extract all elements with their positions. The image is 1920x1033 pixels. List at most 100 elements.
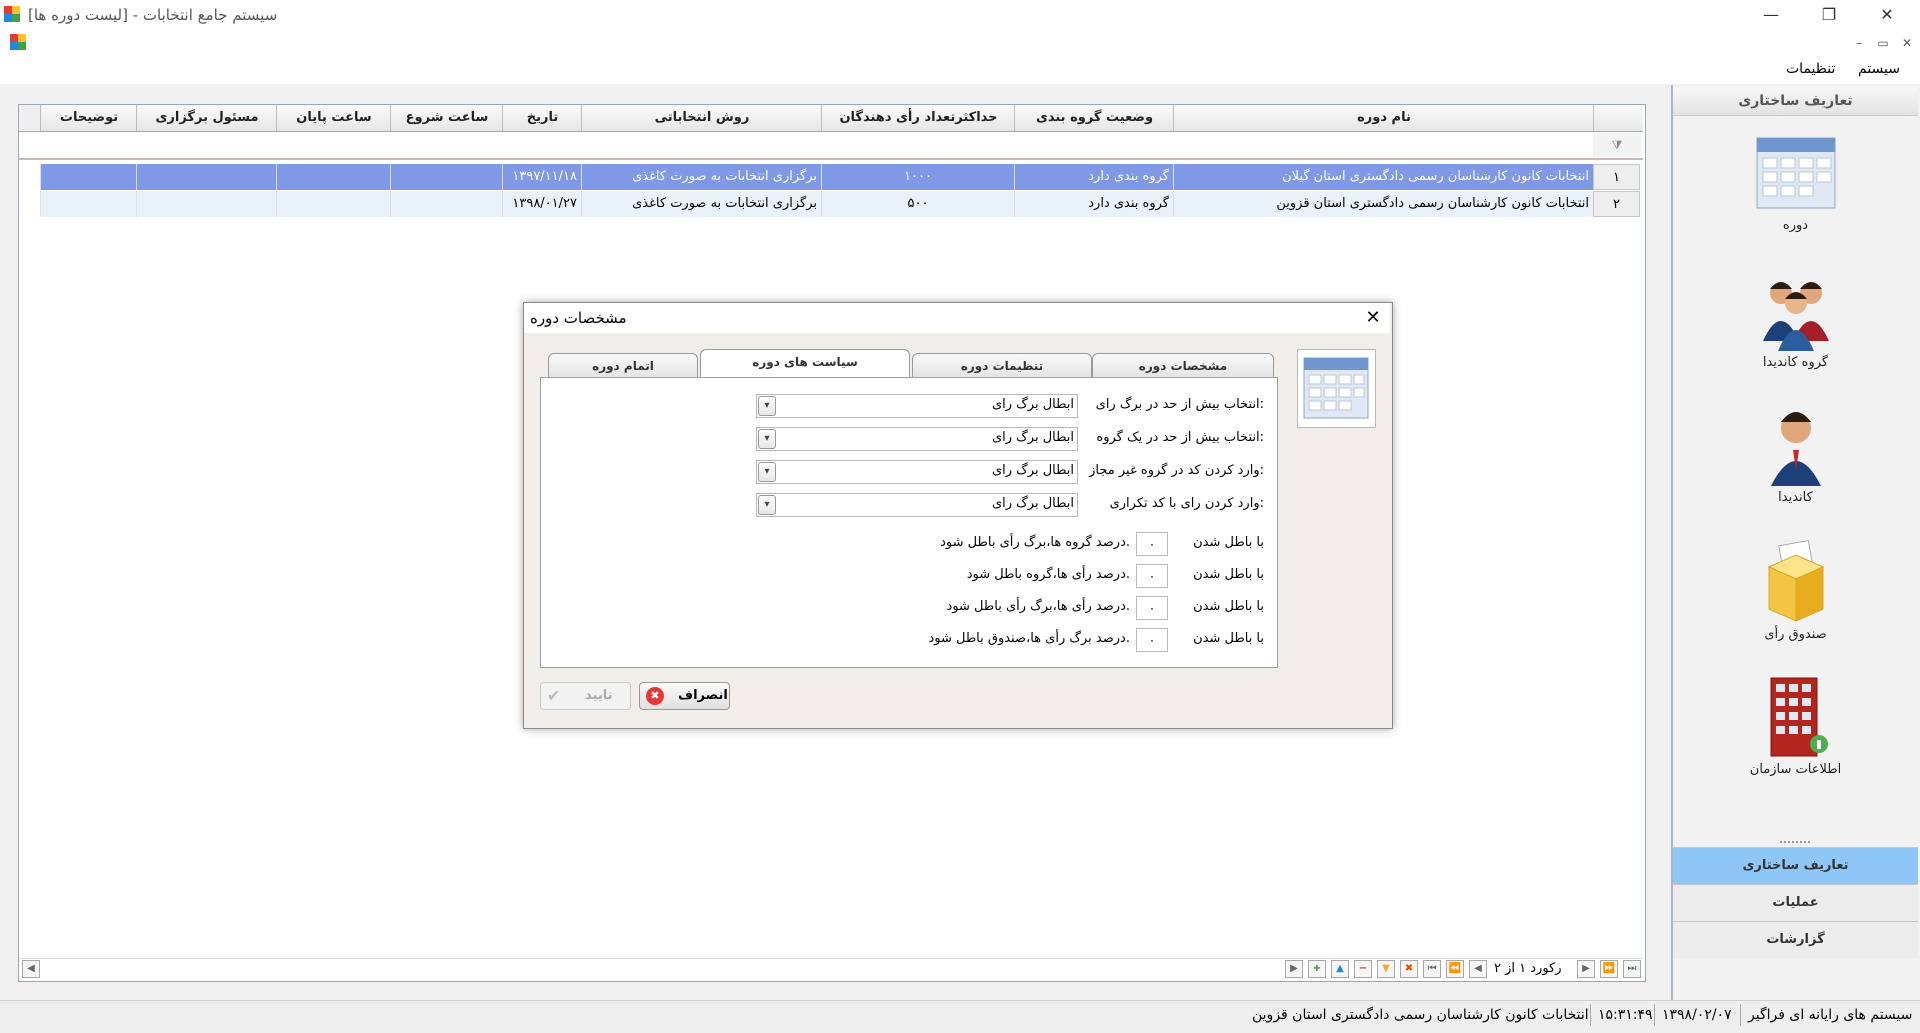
threshold-suffix: درصد گروه ها،برگ رأی باطل شود. (940, 535, 1130, 550)
dialog-title: مشخصات دوره (530, 309, 627, 327)
policy-dropdown-value: ابطال برگ رای (991, 430, 1074, 445)
col-header-end-time[interactable]: ساعت پایان (276, 105, 391, 131)
col-header-start-time[interactable]: ساعت شروع (390, 105, 503, 131)
mdi-close-button[interactable]: ✕ (1898, 34, 1916, 52)
dialog-calendar-icon (1297, 349, 1376, 428)
close-button[interactable]: ✕ (1864, 0, 1910, 30)
nav-next-icon[interactable]: ▶ (1577, 960, 1595, 978)
group-candidates-icon (1751, 265, 1841, 355)
nav-prev-icon[interactable]: ◀ (1469, 960, 1487, 978)
cell-end[interactable] (276, 164, 390, 190)
cell-start[interactable] (390, 191, 502, 217)
mdi-minimize-button[interactable]: – (1850, 34, 1868, 52)
threshold-input[interactable]: ۰ (1136, 532, 1168, 556)
row-number[interactable]: ۱ (1593, 164, 1640, 190)
window-title: سیستم جامع انتخابات - [لیست دوره ها] (28, 6, 278, 24)
nav-last-icon[interactable]: ⏭ (1623, 960, 1641, 978)
confirm-label: تایید (585, 688, 613, 703)
cell-responsible[interactable] (136, 164, 276, 190)
cell-date[interactable]: ۱۳۹۷/۱۱/۱۸ (502, 164, 581, 190)
tile-period[interactable]: دوره (1673, 128, 1918, 233)
grid-corner (19, 105, 40, 131)
cell-grouping[interactable]: گروه بندی دارد (1014, 164, 1173, 190)
cell-method[interactable]: برگزاری انتخابات به صورت کاغذی (581, 191, 821, 217)
col-header-date[interactable]: تاریخ (502, 105, 582, 131)
cell-max-voters[interactable]: ۱۰۰۰ (821, 164, 1014, 190)
threshold-input[interactable]: ۰ (1136, 564, 1168, 588)
tile-candidate-group[interactable]: گروه کاندیدا (1673, 265, 1918, 370)
organization-icon (1751, 672, 1841, 762)
cell-name[interactable]: انتخابات کانون کارشناسان رسمی دادگستری ا… (1173, 191, 1593, 217)
filter-icon[interactable]: ⧩ (1593, 133, 1641, 157)
chevron-down-icon[interactable]: ▾ (758, 495, 776, 515)
cell-method[interactable]: برگزاری انتخابات به صورت کاغذی (581, 164, 821, 190)
title-bar (0, 0, 1920, 30)
chevron-down-icon[interactable]: ▾ (758, 396, 776, 416)
add-record-icon[interactable]: + (1308, 960, 1326, 978)
nav-prev-page-icon[interactable]: ⏪ (1446, 960, 1464, 978)
restore-button[interactable]: ❐ (1806, 0, 1852, 30)
tab-period-details[interactable]: مشخصات دوره (1092, 353, 1274, 377)
cell-end[interactable] (276, 191, 390, 217)
threshold-prefix: با باطل شدن (1193, 535, 1264, 550)
grid-filter-row[interactable] (19, 132, 1643, 160)
col-header-max-voters[interactable]: حداکثرتعداد رأی دهندگان (821, 105, 1015, 131)
cell-grouping[interactable]: گروه بندی دارد (1014, 191, 1173, 217)
menu-system[interactable]: سیستم (1858, 61, 1900, 77)
col-header-responsible[interactable]: مسئول برگزاری (136, 105, 277, 131)
nav-next-page-icon[interactable]: ⏩ (1600, 960, 1618, 978)
scroll-right-icon[interactable]: ▶ (1285, 960, 1303, 978)
status-time: ۱۵:۳۱:۴۹ (1598, 1007, 1653, 1023)
cell-date[interactable]: ۱۳۹۸/۰۱/۲۷ (502, 191, 581, 217)
mdi-restore-button[interactable]: ▭ (1874, 34, 1892, 52)
minimize-button[interactable]: — (1748, 0, 1794, 30)
status-divider (1654, 1004, 1655, 1026)
col-header-method[interactable]: روش انتخاباتی (581, 105, 822, 131)
cell-start[interactable] (390, 164, 502, 190)
cell-max-voters[interactable]: ۵۰۰ (821, 191, 1014, 217)
cancel-icon: ✖ (646, 687, 664, 705)
scroll-left-icon[interactable]: ◀ (22, 960, 40, 978)
filter-funnel-icon[interactable]: ▼ (1377, 960, 1395, 978)
edit-up-icon[interactable]: ▲ (1331, 960, 1349, 978)
row-number[interactable]: ۲ (1593, 191, 1640, 217)
tile-period-label: دوره (1782, 218, 1809, 233)
cell-responsible[interactable] (136, 191, 276, 217)
menu-settings[interactable]: تنظیمات (1786, 61, 1835, 77)
col-header-grouping[interactable]: وضعیت گروه بندی (1014, 105, 1174, 131)
nav-button-structural[interactable]: تعاریف ساختاری (1673, 847, 1918, 884)
chevron-down-icon[interactable]: ▾ (758, 429, 776, 449)
col-header-notes[interactable]: توضیحات (40, 105, 137, 131)
tab-period-policies[interactable]: سیاست های دوره (700, 349, 910, 377)
confirm-button[interactable]: ✔ تایید (540, 682, 631, 710)
cancel-button[interactable]: ✖ انصراف (639, 682, 730, 710)
threshold-input[interactable]: ۰ (1136, 628, 1168, 652)
tile-candidate[interactable]: کاندیدا (1673, 400, 1918, 505)
delete-record-icon[interactable]: − (1354, 960, 1372, 978)
clear-filter-icon[interactable]: ✖ (1400, 960, 1418, 978)
cell-name[interactable]: انتخابات کانون کارشناسان رسمی دادگستری ا… (1173, 164, 1593, 190)
mdi-child-icon (10, 34, 26, 50)
nav-button-operations[interactable]: عملیات (1673, 884, 1918, 921)
status-election: انتخابات کانون کارشناسان رسمی دادگستری ا… (1252, 1007, 1589, 1023)
tab-period-settings[interactable]: تنظیمات دوره (912, 353, 1092, 377)
tile-candidate-label: کاندیدا (1778, 490, 1813, 505)
policy-label: وارد کردن کد در گروه غیر مجاز: (1089, 463, 1264, 478)
chevron-down-icon[interactable]: ▾ (758, 462, 776, 482)
threshold-input[interactable]: ۰ (1136, 596, 1168, 620)
cell-notes[interactable] (40, 164, 136, 190)
tile-ballot-box[interactable]: صندوق رأی (1673, 537, 1918, 642)
tile-organization[interactable]: اطلاعات سازمان (1673, 672, 1918, 777)
dialog-close-icon[interactable]: ✕ (1358, 303, 1388, 333)
cell-notes[interactable] (40, 191, 136, 217)
status-company: سیستم های رایانه ای فراگیر (1748, 1007, 1913, 1023)
dialog-title-bar (524, 303, 1390, 333)
tab-period-closing[interactable]: اتمام دوره (548, 353, 698, 377)
candidate-icon (1751, 400, 1841, 490)
policy-dropdown-value: ابطال برگ رای (991, 496, 1074, 511)
calendar-icon (1751, 128, 1841, 218)
ballot-box-icon (1751, 537, 1841, 627)
col-header-name[interactable]: نام دوره (1173, 105, 1594, 131)
nav-first-icon[interactable]: ⏮ (1423, 960, 1441, 978)
nav-button-reports[interactable]: گزارشات (1673, 921, 1918, 958)
